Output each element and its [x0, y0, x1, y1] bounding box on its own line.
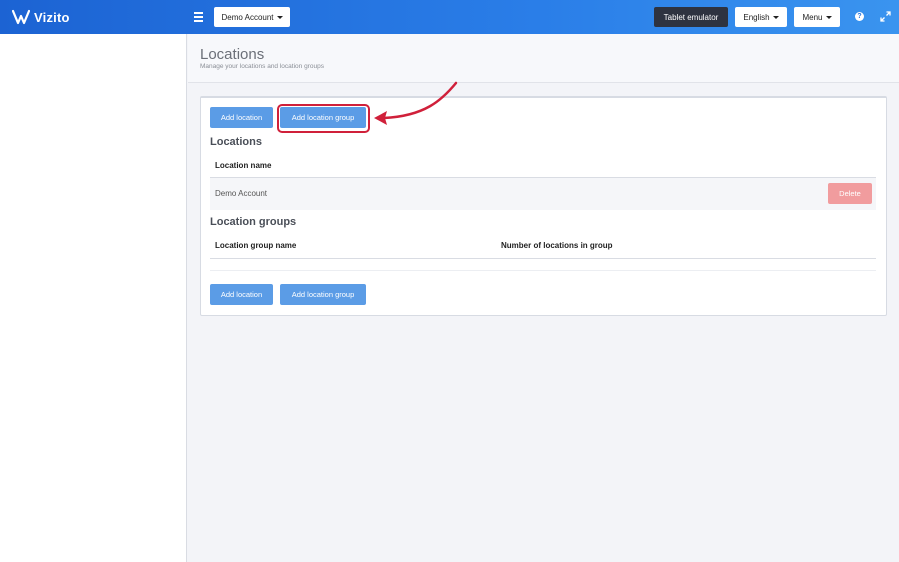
table-divider — [210, 258, 876, 259]
location-groups-section-title: Location groups — [210, 216, 297, 228]
language-dropdown[interactable]: English — [735, 7, 787, 27]
add-location-button[interactable]: Add location — [210, 107, 273, 128]
column-header-number-of-locations: Number of locations in group — [501, 241, 613, 250]
column-header-location-group-name: Location group name — [215, 241, 297, 250]
app-logo[interactable]: Vizito — [12, 8, 70, 26]
column-header-location-name: Location name — [215, 161, 272, 170]
highlight-box — [277, 104, 370, 133]
sidebar — [0, 34, 187, 562]
vizito-logo-icon — [12, 9, 30, 25]
add-location-button-bottom[interactable]: Add location — [210, 284, 273, 305]
expand-icon[interactable] — [880, 11, 891, 22]
account-dropdown[interactable]: Demo Account — [214, 7, 290, 27]
help-icon[interactable]: ? — [855, 12, 864, 21]
delete-location-button[interactable]: Delete — [828, 183, 872, 204]
chevron-down-icon — [772, 15, 779, 19]
pointer-arrow — [374, 81, 458, 125]
language-dropdown-label: English — [743, 12, 770, 22]
hamburger-icon[interactable] — [194, 10, 206, 24]
logo-text: Vizito — [34, 9, 70, 25]
menu-dropdown[interactable]: Menu — [794, 7, 840, 27]
locations-section-title: Locations — [210, 136, 262, 148]
page-subtitle: Manage your locations and location group… — [200, 63, 324, 70]
menu-dropdown-label: Menu — [802, 12, 823, 22]
chevron-down-icon — [276, 15, 283, 19]
add-location-group-button-bottom[interactable]: Add location group — [280, 284, 366, 305]
table-row — [210, 178, 876, 210]
location-name-cell: Demo Account — [215, 189, 268, 198]
chevron-down-icon — [825, 15, 832, 19]
page-title: Locations — [200, 46, 265, 63]
top-bar: Vizito Demo Account Tablet emulator Engl… — [0, 0, 899, 34]
tablet-emulator-button[interactable]: Tablet emulator — [654, 7, 728, 27]
table-divider — [210, 270, 876, 271]
page-header: Locations Manage your locations and loca… — [188, 34, 899, 83]
account-dropdown-label: Demo Account — [221, 12, 274, 22]
